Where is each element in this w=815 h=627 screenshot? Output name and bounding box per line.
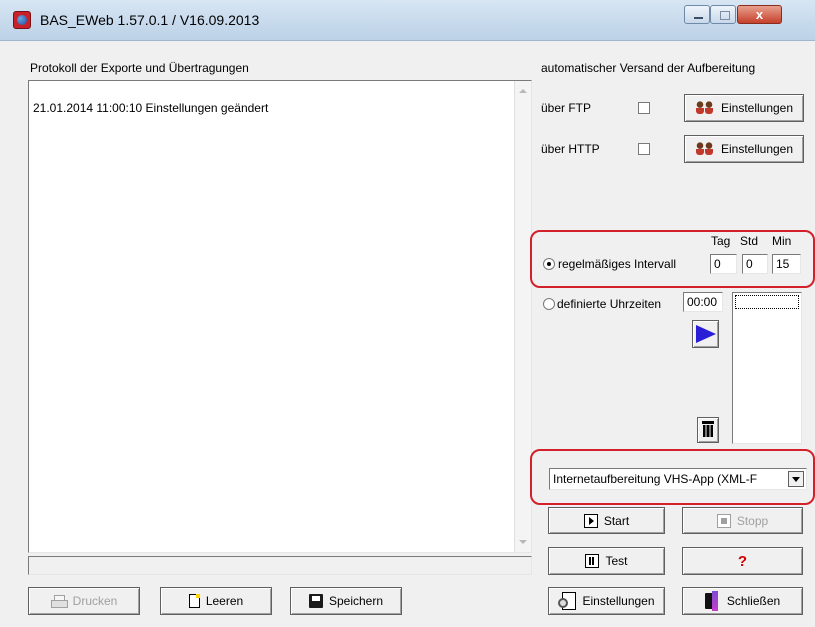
- arrow-right-icon: [696, 325, 716, 343]
- save-button-label: Speichern: [328, 594, 384, 608]
- print-button-label: Drucken: [72, 594, 118, 608]
- users-icon: [695, 142, 715, 156]
- stop-button: Stopp: [682, 507, 803, 534]
- clear-button-label: Leeren: [205, 594, 244, 608]
- test-button[interactable]: Test: [548, 547, 665, 575]
- trash-icon: [702, 421, 714, 437]
- maximize-icon: [720, 11, 730, 20]
- ftp-checkbox[interactable]: [638, 102, 650, 114]
- new-document-icon: [188, 594, 200, 608]
- times-label: definierte Uhrzeiten: [557, 297, 662, 311]
- settings-button[interactable]: Einstellungen: [548, 587, 665, 615]
- log-list[interactable]: 21.01.2014 11:00:10 Einstellungen geände…: [28, 80, 532, 553]
- settings-button-label: Einstellungen: [582, 594, 655, 608]
- print-button: Drucken: [28, 587, 140, 615]
- http-settings-label: Einstellungen: [720, 142, 794, 156]
- preparation-select-value: Internetaufbereitung VHS-App (XML-F: [553, 472, 758, 486]
- time-field[interactable]: 00:00: [683, 292, 723, 312]
- help-button[interactable]: ?: [682, 547, 803, 575]
- times-list[interactable]: [732, 292, 802, 444]
- minimize-button[interactable]: [684, 5, 710, 24]
- ftp-settings-button[interactable]: Einstellungen: [684, 94, 804, 122]
- close-button[interactable]: Schließen: [682, 587, 803, 615]
- http-label: über HTTP: [541, 142, 600, 156]
- http-settings-button[interactable]: Einstellungen: [684, 135, 804, 163]
- test-icon: [585, 554, 600, 568]
- log-entry: 21.01.2014 11:00:10 Einstellungen geände…: [33, 101, 269, 115]
- maximize-button: [710, 5, 736, 24]
- scroll-down-icon[interactable]: [519, 540, 527, 544]
- close-button-label: Schließen: [726, 594, 781, 608]
- start-button-label: Start: [603, 513, 630, 528]
- start-button[interactable]: Start: [548, 507, 665, 534]
- play-icon: [583, 513, 598, 528]
- preparation-select[interactable]: Internetaufbereitung VHS-App (XML-F: [549, 468, 807, 490]
- log-heading: Protokoll der Exporte und Übertragungen: [30, 61, 249, 75]
- chevron-down-icon[interactable]: [788, 471, 804, 487]
- delete-time-button[interactable]: [697, 417, 719, 443]
- http-checkbox[interactable]: [638, 143, 650, 155]
- minimize-icon: [694, 17, 703, 19]
- clear-button[interactable]: Leeren: [160, 587, 272, 615]
- stop-icon: [716, 513, 731, 528]
- times-radio[interactable]: [543, 298, 555, 310]
- ftp-label: über FTP: [541, 101, 592, 115]
- tag-field[interactable]: 0: [710, 254, 737, 274]
- scroll-up-icon[interactable]: [519, 89, 527, 93]
- app-icon[interactable]: [13, 11, 31, 29]
- help-icon: ?: [737, 552, 748, 570]
- interval-label: regelmäßiges Intervall: [558, 257, 677, 271]
- min-field[interactable]: 15: [772, 254, 801, 274]
- std-field[interactable]: 0: [742, 254, 768, 274]
- printer-icon: [50, 595, 68, 608]
- main-window: BAS_EWeb 1.57.0.1 / V16.09.2013 x Protok…: [0, 0, 815, 627]
- title-bar[interactable]: BAS_EWeb 1.57.0.1 / V16.09.2013 x: [0, 0, 815, 41]
- log-scrollbar[interactable]: [514, 81, 531, 552]
- ftp-settings-label: Einstellungen: [720, 101, 794, 115]
- window-title: BAS_EWeb 1.57.0.1 / V16.09.2013: [40, 12, 260, 28]
- status-bar: [28, 556, 532, 575]
- close-window-button[interactable]: x: [737, 5, 782, 24]
- test-button-label: Test: [605, 554, 628, 568]
- stop-button-label: Stopp: [736, 513, 769, 528]
- close-icon: x: [755, 7, 764, 22]
- users-icon: [695, 101, 715, 115]
- add-time-button[interactable]: [692, 320, 719, 348]
- dispatch-heading: automatischer Versand der Aufbereitung: [541, 61, 756, 75]
- exit-door-icon: [704, 591, 721, 611]
- interval-radio[interactable]: [543, 258, 555, 270]
- times-list-focus: [735, 295, 799, 309]
- save-button[interactable]: Speichern: [290, 587, 402, 615]
- floppy-icon: [308, 594, 323, 608]
- settings-document-icon: [558, 592, 577, 610]
